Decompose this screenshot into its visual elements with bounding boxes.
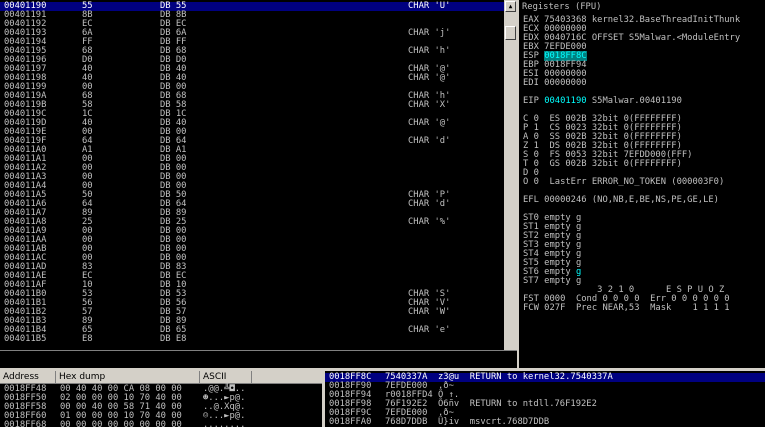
- disasm-comment: CHAR 'X': [408, 100, 451, 110]
- memory-dump-pane[interactable]: Address Hex dump ASCII 0018FF48 00 40 40 …: [0, 371, 322, 427]
- scroll-up-arrow-icon[interactable]: ▲: [505, 1, 516, 12]
- disasm-comment: CHAR 'e': [408, 325, 451, 335]
- dump-row[interactable]: 0018FF68 00 00 00 00 00 00 00 00........: [0, 421, 322, 427]
- dump-header-ascii[interactable]: ASCII: [200, 371, 252, 383]
- disasm-row[interactable]: 004011A3 00 DB 00: [0, 173, 504, 182]
- stack-comment: Û}iv msvcrt.768D7DDB: [438, 417, 550, 427]
- disasm-comment: CHAR 'h': [408, 46, 451, 56]
- disasm-row[interactable]: 004011A9 00 DB 00: [0, 227, 504, 236]
- disasm-row[interactable]: 004011A1 00 DB 00: [0, 155, 504, 164]
- disasm-comment: CHAR 'j': [408, 28, 451, 38]
- info-pane: [0, 350, 517, 369]
- stack-row[interactable]: 0018FFA0 768D7DDB Û}iv msvcrt.768D7DDB: [325, 418, 765, 427]
- eip-value[interactable]: 00401190: [544, 96, 586, 106]
- disassembly-scrollbar[interactable]: ▲: [504, 0, 517, 350]
- disasm-row[interactable]: 004011B5 E8 DB E8: [0, 335, 504, 344]
- disasm-row[interactable]: 0040119D 40 DB 40 CHAR '@': [0, 119, 504, 128]
- disassembly-pane[interactable]: 00401190 55 DB 55 CHAR 'U' 00401191 8B DB 8B 00…: [0, 0, 504, 350]
- stack-value: 768D7DDB: [385, 417, 428, 427]
- disasm-row[interactable]: 00401191 8B DB 8B: [0, 11, 504, 20]
- scroll-thumb[interactable]: [505, 26, 516, 40]
- disasm-row[interactable]: 004011A6 64 DB 64 CHAR 'd': [0, 200, 504, 209]
- disasm-row[interactable]: 004011AE EC DB EC: [0, 272, 504, 281]
- register-line[interactable]: EFL 00000246 (NO,NB,E,BE,NS,PE,GE,LE): [523, 196, 719, 205]
- disasm-row[interactable]: 004011AB 00 DB 00: [0, 245, 504, 254]
- disasm-row[interactable]: 004011B4 65 DB 65 CHAR 'e': [0, 326, 504, 335]
- disasm-comment: CHAR 'W': [408, 307, 451, 317]
- disasm-comment: CHAR 'd': [408, 199, 451, 209]
- disasm-comment: CHAR '@': [408, 73, 451, 83]
- disasm-row[interactable]: 0040119F 64 DB 64 CHAR 'd': [0, 137, 504, 146]
- register-line[interactable]: FCW 027F Prec NEAR,53 Mask 1 1 1 1: [523, 304, 730, 313]
- disasm-row[interactable]: 00401195 68 DB 68 CHAR 'h': [0, 47, 504, 56]
- disasm-instruction: DB E8: [160, 334, 187, 344]
- disasm-row[interactable]: 004011B2 57 DB 57 CHAR 'W': [0, 308, 504, 317]
- dump-header-address[interactable]: Address: [0, 371, 56, 383]
- disasm-address: 004011B5: [4, 334, 47, 344]
- disasm-hex: E8: [82, 334, 93, 344]
- stack-address: 0018FFA0: [329, 417, 372, 427]
- register-line[interactable]: O 0 LastErr ERROR_NO_TOKEN (000003F0): [523, 178, 724, 187]
- disasm-row[interactable]: 00401193 6A DB 6A CHAR 'j': [0, 29, 504, 38]
- disasm-comment: CHAR 'd': [408, 136, 451, 146]
- registers-title[interactable]: Registers (FPU): [522, 3, 601, 12]
- disasm-row[interactable]: 004011A2 00 DB 00: [0, 164, 504, 173]
- disasm-comment: CHAR '%': [408, 217, 451, 227]
- disasm-comment: CHAR 'U': [408, 1, 451, 11]
- dump-address: 0018FF68: [4, 420, 47, 427]
- disasm-row[interactable]: 004011A0 A1 DB A1: [0, 146, 504, 155]
- disasm-row[interactable]: 0040119B 58 DB 58 CHAR 'X': [0, 101, 504, 110]
- register-line[interactable]: EIP 00401190 S5Malwar.00401190: [523, 97, 682, 106]
- disasm-comment: CHAR '@': [408, 118, 451, 128]
- stack-comment: z3@u RETURN to kernel32.7540337A: [438, 372, 613, 382]
- stack-comment: Ô6ñv RETURN to ntdll.76F192E2: [438, 399, 597, 409]
- dump-ascii: ........: [203, 420, 246, 427]
- stack-pane[interactable]: 0018FF8C 7540337A z3@u RETURN to kernel32.…: [325, 371, 765, 427]
- register-line[interactable]: T 0 GS 002B 32bit 0(FFFFFFFF): [523, 160, 682, 169]
- dump-header-hex[interactable]: Hex dump: [56, 371, 200, 383]
- disasm-row[interactable]: 004011AA 00 DB 00: [0, 236, 504, 245]
- register-line[interactable]: EDI 00000000: [523, 79, 587, 88]
- disasm-row[interactable]: 004011A8 25 DB 25 CHAR '%': [0, 218, 504, 227]
- disasm-row[interactable]: 004011AD 83 DB 83: [0, 263, 504, 272]
- disasm-row[interactable]: 00401198 40 DB 40 CHAR '@': [0, 74, 504, 83]
- disasm-row[interactable]: 00401190 55 DB 55 CHAR 'U': [0, 2, 504, 11]
- dump-header: Address Hex dump ASCII: [0, 371, 322, 384]
- registers-pane[interactable]: Registers (FPU) EAX 75403368 kernel32.Ba…: [519, 0, 765, 368]
- disasm-row[interactable]: 004011AC 00 DB 00: [0, 254, 504, 263]
- dump-hex: 00 00 00 00 00 00 00 00: [60, 420, 182, 427]
